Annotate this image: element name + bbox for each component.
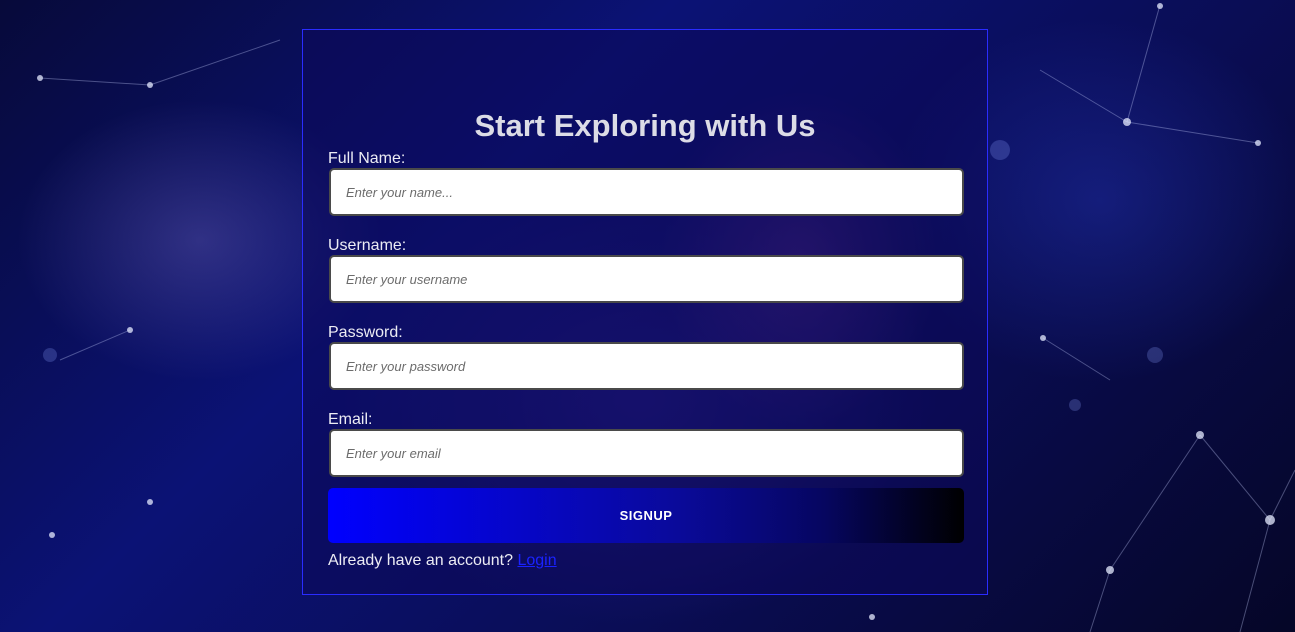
form-title: Start Exploring with Us: [474, 108, 816, 143]
full-name-label: Full Name:: [328, 150, 406, 167]
login-link[interactable]: Login: [517, 552, 556, 569]
full-name-input[interactable]: [329, 168, 964, 216]
login-prompt-text: Already have an account?: [328, 552, 514, 569]
signup-card: Start Exploring with Us Full Name: Usern…: [302, 29, 988, 595]
login-prompt: Already have an account? Login: [328, 552, 557, 570]
password-input[interactable]: [329, 342, 964, 390]
signup-button[interactable]: SIGNUP: [328, 488, 964, 543]
email-label: Email:: [328, 411, 373, 428]
email-input[interactable]: [329, 429, 964, 477]
password-label: Password:: [328, 324, 403, 341]
username-label: Username:: [328, 237, 407, 254]
username-input[interactable]: [329, 255, 964, 303]
